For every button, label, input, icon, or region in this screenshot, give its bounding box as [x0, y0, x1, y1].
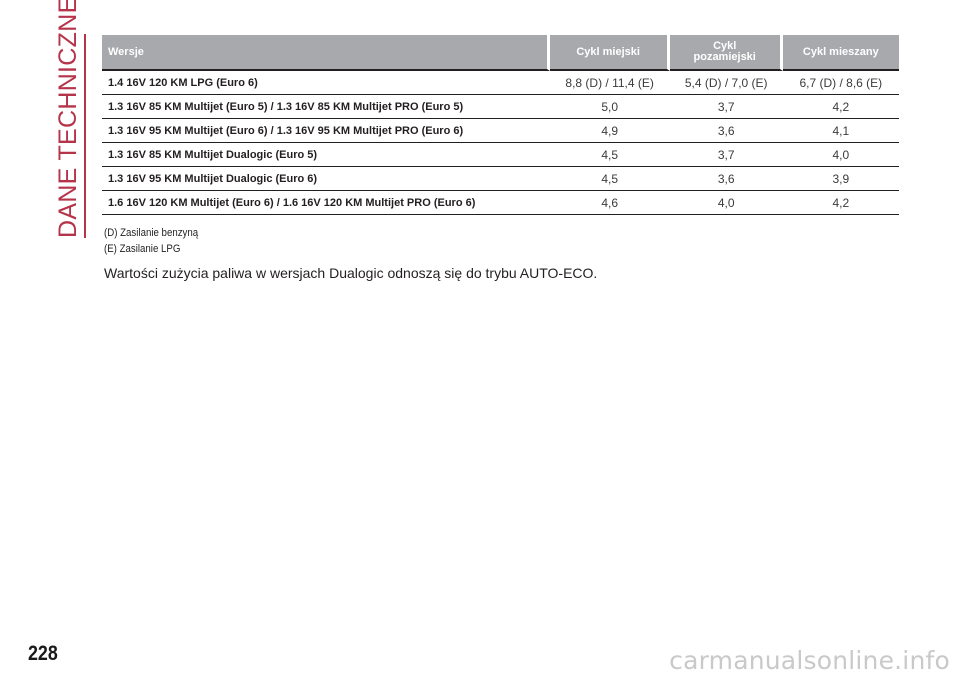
page-number: 228	[28, 642, 58, 665]
extra-urban-cell: 3,6	[669, 167, 783, 191]
extra-urban-cell: 3,6	[669, 119, 783, 143]
section-rule	[84, 34, 86, 238]
header-urban: Cykl miejski	[549, 35, 670, 71]
combined-cell: 6,7 (D) / 8,6 (E)	[782, 71, 899, 95]
extra-urban-cell: 3,7	[669, 143, 783, 167]
combined-cell: 4,0	[782, 143, 899, 167]
table-row: 1.3 16V 85 KM Multijet (Euro 5) / 1.3 16…	[102, 95, 899, 119]
table-row: 1.3 16V 95 KM Multijet Dualogic (Euro 6)…	[102, 167, 899, 191]
extra-urban-cell: 4,0	[669, 191, 783, 215]
extra-urban-cell: 3,7	[669, 95, 783, 119]
table-row: 1.4 16V 120 KM LPG (Euro 6) 8,8 (D) / 11…	[102, 71, 899, 95]
fuel-consumption-table: Wersje Cykl miejski Cykl pozamiejski Cykl…	[102, 35, 899, 215]
dualogic-note: Wartości zużycia paliwa w wersjach Dualo…	[104, 265, 598, 281]
header-extra-urban: Cykl pozamiejski	[669, 35, 783, 71]
combined-cell: 4,1	[782, 119, 899, 143]
extra-urban-cell: 5,4 (D) / 7,0 (E)	[669, 71, 783, 95]
table-row: 1.3 16V 85 KM Multijet Dualogic (Euro 5)…	[102, 143, 899, 167]
version-cell: 1.3 16V 95 KM Multijet (Euro 6) / 1.3 16…	[102, 119, 550, 143]
footnote-e: (E) Zasilanie LPG	[104, 243, 181, 255]
urban-cell: 4,5	[549, 167, 670, 191]
combined-cell: 4,2	[782, 95, 899, 119]
urban-cell: 5,0	[549, 95, 670, 119]
urban-cell: 4,9	[549, 119, 670, 143]
table-header-row: Wersje Cykl miejski Cykl pozamiejski Cykl…	[102, 35, 899, 71]
urban-cell: 4,5	[549, 143, 670, 167]
header-extra-urban-line2: pozamiejski	[693, 51, 756, 63]
watermark: carmanualsonline.info	[669, 646, 950, 675]
urban-cell: 8,8 (D) / 11,4 (E)	[549, 71, 670, 95]
combined-cell: 3,9	[782, 167, 899, 191]
header-combined: Cykl mieszany	[782, 35, 899, 71]
header-version: Wersje	[102, 35, 550, 71]
version-cell: 1.6 16V 120 KM Multijet (Euro 6) / 1.6 1…	[102, 191, 550, 215]
version-cell: 1.4 16V 120 KM LPG (Euro 6)	[102, 71, 550, 95]
footnotes: (D) Zasilanie benzyną (E) Zasilanie LPG	[104, 225, 198, 257]
section-title: DANE TECHNICZNE	[54, 0, 82, 238]
version-cell: 1.3 16V 85 KM Multijet Dualogic (Euro 5)	[102, 143, 550, 167]
version-cell: 1.3 16V 85 KM Multijet (Euro 5) / 1.3 16…	[102, 95, 550, 119]
urban-cell: 4,6	[549, 191, 670, 215]
combined-cell: 4,2	[782, 191, 899, 215]
version-cell: 1.3 16V 95 KM Multijet Dualogic (Euro 6)	[102, 167, 550, 191]
footnote-d: (D) Zasilanie benzyną	[104, 227, 199, 239]
table-row: 1.3 16V 95 KM Multijet (Euro 6) / 1.3 16…	[102, 119, 899, 143]
table-row: 1.6 16V 120 KM Multijet (Euro 6) / 1.6 1…	[102, 191, 899, 215]
